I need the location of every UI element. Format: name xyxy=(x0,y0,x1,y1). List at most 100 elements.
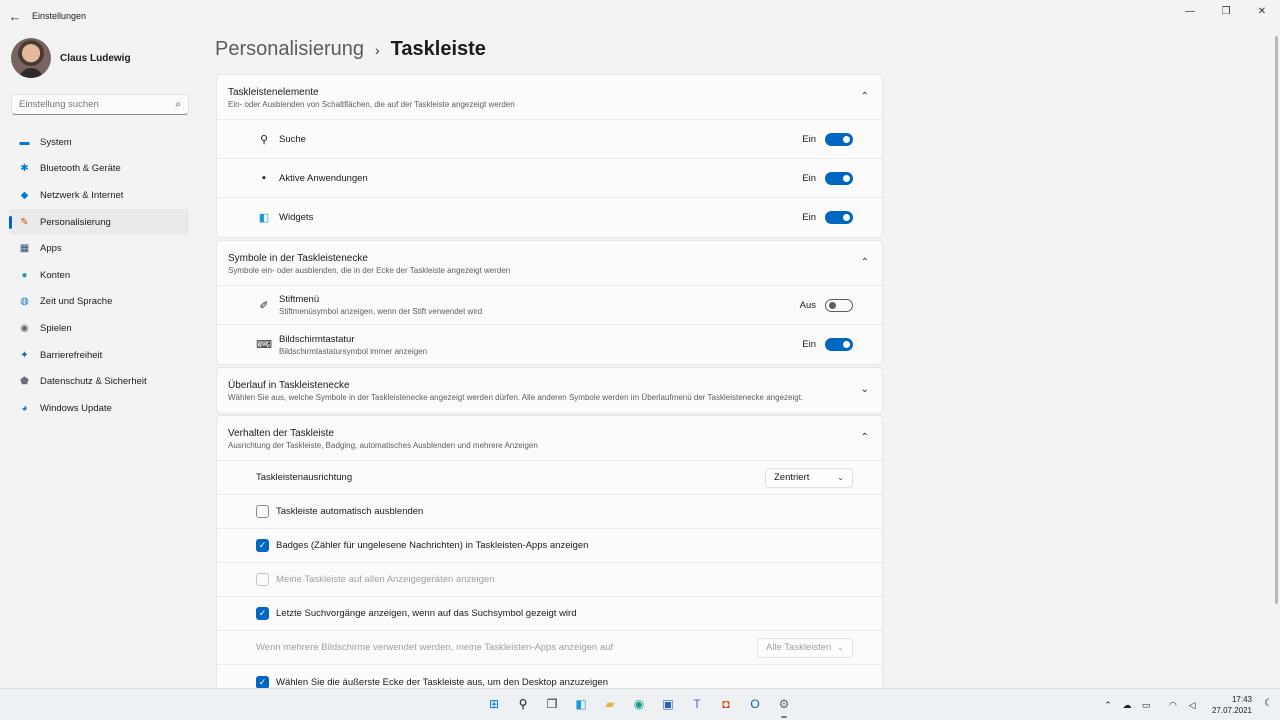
row-description: Bildschirmtastatursymbol immer anzeigen xyxy=(279,346,428,356)
card-title: Verhalten der Taskleiste xyxy=(228,428,334,439)
bluetooth-geräte-icon: ✱ xyxy=(20,163,29,175)
start-icon[interactable]: ⊞ xyxy=(483,693,505,715)
wifi-icon[interactable]: ◠ xyxy=(1166,700,1180,711)
netzwerk-internet-icon: ◆ xyxy=(20,189,29,201)
toggle-touch-keyboard[interactable]: Ein xyxy=(802,338,853,351)
sidebar-item-apps[interactable]: ▦ Apps xyxy=(9,235,189,262)
sidebar-item-personalisierung[interactable]: ✎ Personalisierung xyxy=(9,208,189,236)
card-header-taskbar-items[interactable]: Taskleistenelemente Ein- oder Ausblenden… xyxy=(217,75,882,120)
checkbox[interactable]: ✓ xyxy=(256,607,269,620)
toggle-active-apps[interactable]: Ein xyxy=(802,171,853,185)
checkbox-label: Meine Taskleiste auf allen Anzeigegeräte… xyxy=(276,574,495,585)
chevron-up-icon[interactable]: ⌃ xyxy=(861,432,869,443)
checkbox[interactable] xyxy=(256,505,269,518)
sidebar-item-spielen[interactable]: ◉ Spielen xyxy=(9,315,189,342)
sidebar-item-label: Personalisierung xyxy=(40,216,111,228)
row-auto-hide[interactable]: Taskleiste automatisch ausblenden xyxy=(217,495,882,529)
toggle-switch[interactable] xyxy=(825,171,853,185)
edge-icon[interactable]: ◉ xyxy=(628,693,650,715)
store-icon[interactable]: ▣ xyxy=(657,693,679,715)
card-corner-overflow: Überlauf in Taskleistenecke Wählen Sie a… xyxy=(216,367,883,414)
apps-icon: ▦ xyxy=(19,243,30,255)
app-title: Einstellungen xyxy=(32,11,87,21)
minimize-button[interactable]: — xyxy=(1172,0,1208,22)
sidebar-item-label: Konten xyxy=(40,269,71,281)
toggle-switch[interactable] xyxy=(825,211,853,224)
office-icon[interactable]: ◘ xyxy=(715,693,737,715)
toggle-switch[interactable] xyxy=(825,338,853,351)
checkbox[interactable]: ✓ xyxy=(256,539,269,552)
clock[interactable]: 17:43 27.07.2021 xyxy=(1212,694,1252,716)
dropdown-value: Alle Taskleisten xyxy=(766,642,832,653)
card-header-corner-icons[interactable]: Symbole in der Taskleistenecke Symbole e… xyxy=(217,241,882,286)
toggle-state: Ein xyxy=(802,172,816,184)
system-tray: ⌃ ☁ ▭ ◠ ◁ 17:43 27.07.2021 ☾ xyxy=(1101,689,1280,720)
search-input[interactable] xyxy=(19,99,169,110)
alignment-dropdown[interactable]: Zentriert ⌄ xyxy=(765,467,853,488)
sidebar-item-windows-update[interactable]: ◕ Windows Update xyxy=(9,395,189,422)
user-profile[interactable]: Claus Ludewig xyxy=(11,38,131,78)
toggle-switch[interactable] xyxy=(825,132,853,146)
notification-icon[interactable]: ☾ xyxy=(1264,698,1273,709)
sidebar-item-label: System xyxy=(40,136,72,148)
chevron-down-icon[interactable]: ⌄ xyxy=(861,384,869,395)
avatar xyxy=(11,38,51,78)
row-label: Taskleistenausrichtung xyxy=(256,472,353,483)
windows-update-icon: ◕ xyxy=(21,402,28,414)
file-explorer-icon[interactable]: ▰ xyxy=(599,693,621,715)
scrollbar[interactable] xyxy=(1275,36,1278,604)
row-recent-searches[interactable]: ✓ Letzte Suchvorgänge anzeigen, wenn auf… xyxy=(217,597,882,631)
checkbox[interactable]: ✓ xyxy=(256,675,269,689)
chevron-up-icon[interactable]: ⌃ xyxy=(1101,700,1115,711)
back-button[interactable]: ← xyxy=(0,0,30,32)
sidebar-item-barrierefreiheit[interactable]: ✦ Barrierefreiheit xyxy=(9,342,189,369)
monitor-icon[interactable]: ▭ xyxy=(1139,700,1153,711)
volume-icon[interactable]: ◁ xyxy=(1185,700,1199,711)
chevron-up-icon[interactable]: ⌃ xyxy=(861,257,869,268)
close-button[interactable]: ✕ xyxy=(1244,0,1280,22)
card-subtitle: Wählen Sie aus, welche Symbole in der Ta… xyxy=(228,393,804,402)
sidebar-item-zeit-und-sprache[interactable]: ◍ Zeit und Sprache xyxy=(9,289,189,316)
barrierefreiheit-icon: ✦ xyxy=(20,349,29,361)
card-title: Taskleistenelemente xyxy=(228,87,319,98)
toggle-state: Ein xyxy=(802,133,816,145)
cloud-icon[interactable]: ☁ xyxy=(1120,700,1134,711)
toggle-switch[interactable] xyxy=(825,298,853,312)
sidebar-item-konten[interactable]: ● Konten xyxy=(9,262,189,289)
search-box[interactable]: ⌕ xyxy=(11,94,189,115)
widgets-icon[interactable]: ◧ xyxy=(570,693,592,715)
sidebar-item-system[interactable]: ▬ System xyxy=(9,129,189,156)
task-view-icon[interactable]: ❐ xyxy=(541,693,563,715)
clock-date: 27.07.2021 xyxy=(1211,706,1252,715)
checkbox-label: Taskleiste automatisch ausblenden xyxy=(276,506,424,517)
row-badges[interactable]: ✓ Badges (Zähler für ungelesene Nachrich… xyxy=(217,529,882,563)
widgets-icon: ◧ xyxy=(258,212,270,224)
breadcrumb-parent[interactable]: Personalisierung xyxy=(215,38,364,61)
checkmark-icon: ✓ xyxy=(258,608,267,618)
maximize-button[interactable]: ❐ xyxy=(1208,0,1244,22)
settings-icon[interactable]: ⚙ xyxy=(773,693,795,718)
search-icon[interactable]: ⚲ xyxy=(512,693,534,715)
toggle-pen-menu[interactable]: Aus xyxy=(799,298,853,312)
card-header-taskbar-behavior[interactable]: Verhalten der Taskleiste Ausrichtung der… xyxy=(217,416,882,461)
system-icon: ▬ xyxy=(19,136,30,148)
sidebar-item-bluetooth-geräte[interactable]: ✱ Bluetooth & Geräte xyxy=(9,156,189,183)
card-header-corner-overflow[interactable]: Überlauf in Taskleistenecke Wählen Sie a… xyxy=(217,368,882,413)
arrow-left-icon: ← xyxy=(8,8,22,24)
breadcrumb: Personalisierung › Taskleiste xyxy=(215,38,486,61)
profile-name: Claus Ludewig xyxy=(60,52,131,64)
window-controls: — ❐ ✕ xyxy=(1172,0,1280,22)
outlook-icon[interactable]: O xyxy=(744,693,766,715)
row-label: Widgets xyxy=(279,212,314,223)
chevron-up-icon[interactable]: ⌃ xyxy=(861,91,869,102)
sidebar-item-datenschutz-sicherheit[interactable]: ⬟ Datenschutz & Sicherheit xyxy=(9,368,189,395)
taskbar-apps: ⊞ ⚲ ❐ ◧ ▰ ◉ ▣ T ◘ O ⚙ xyxy=(483,693,802,718)
sidebar-item-netzwerk-internet[interactable]: ◆ Netzwerk & Internet xyxy=(9,182,189,209)
toggle-state: Aus xyxy=(799,299,816,311)
sidebar-item-label: Zeit und Sprache xyxy=(40,296,113,308)
sidebar-item-label: Spielen xyxy=(40,322,72,334)
teams-icon[interactable]: T xyxy=(686,693,708,715)
checkmark-icon: ✓ xyxy=(258,540,267,550)
toggle-search[interactable]: Ein xyxy=(802,132,853,146)
toggle-widgets[interactable]: Ein xyxy=(802,211,853,224)
